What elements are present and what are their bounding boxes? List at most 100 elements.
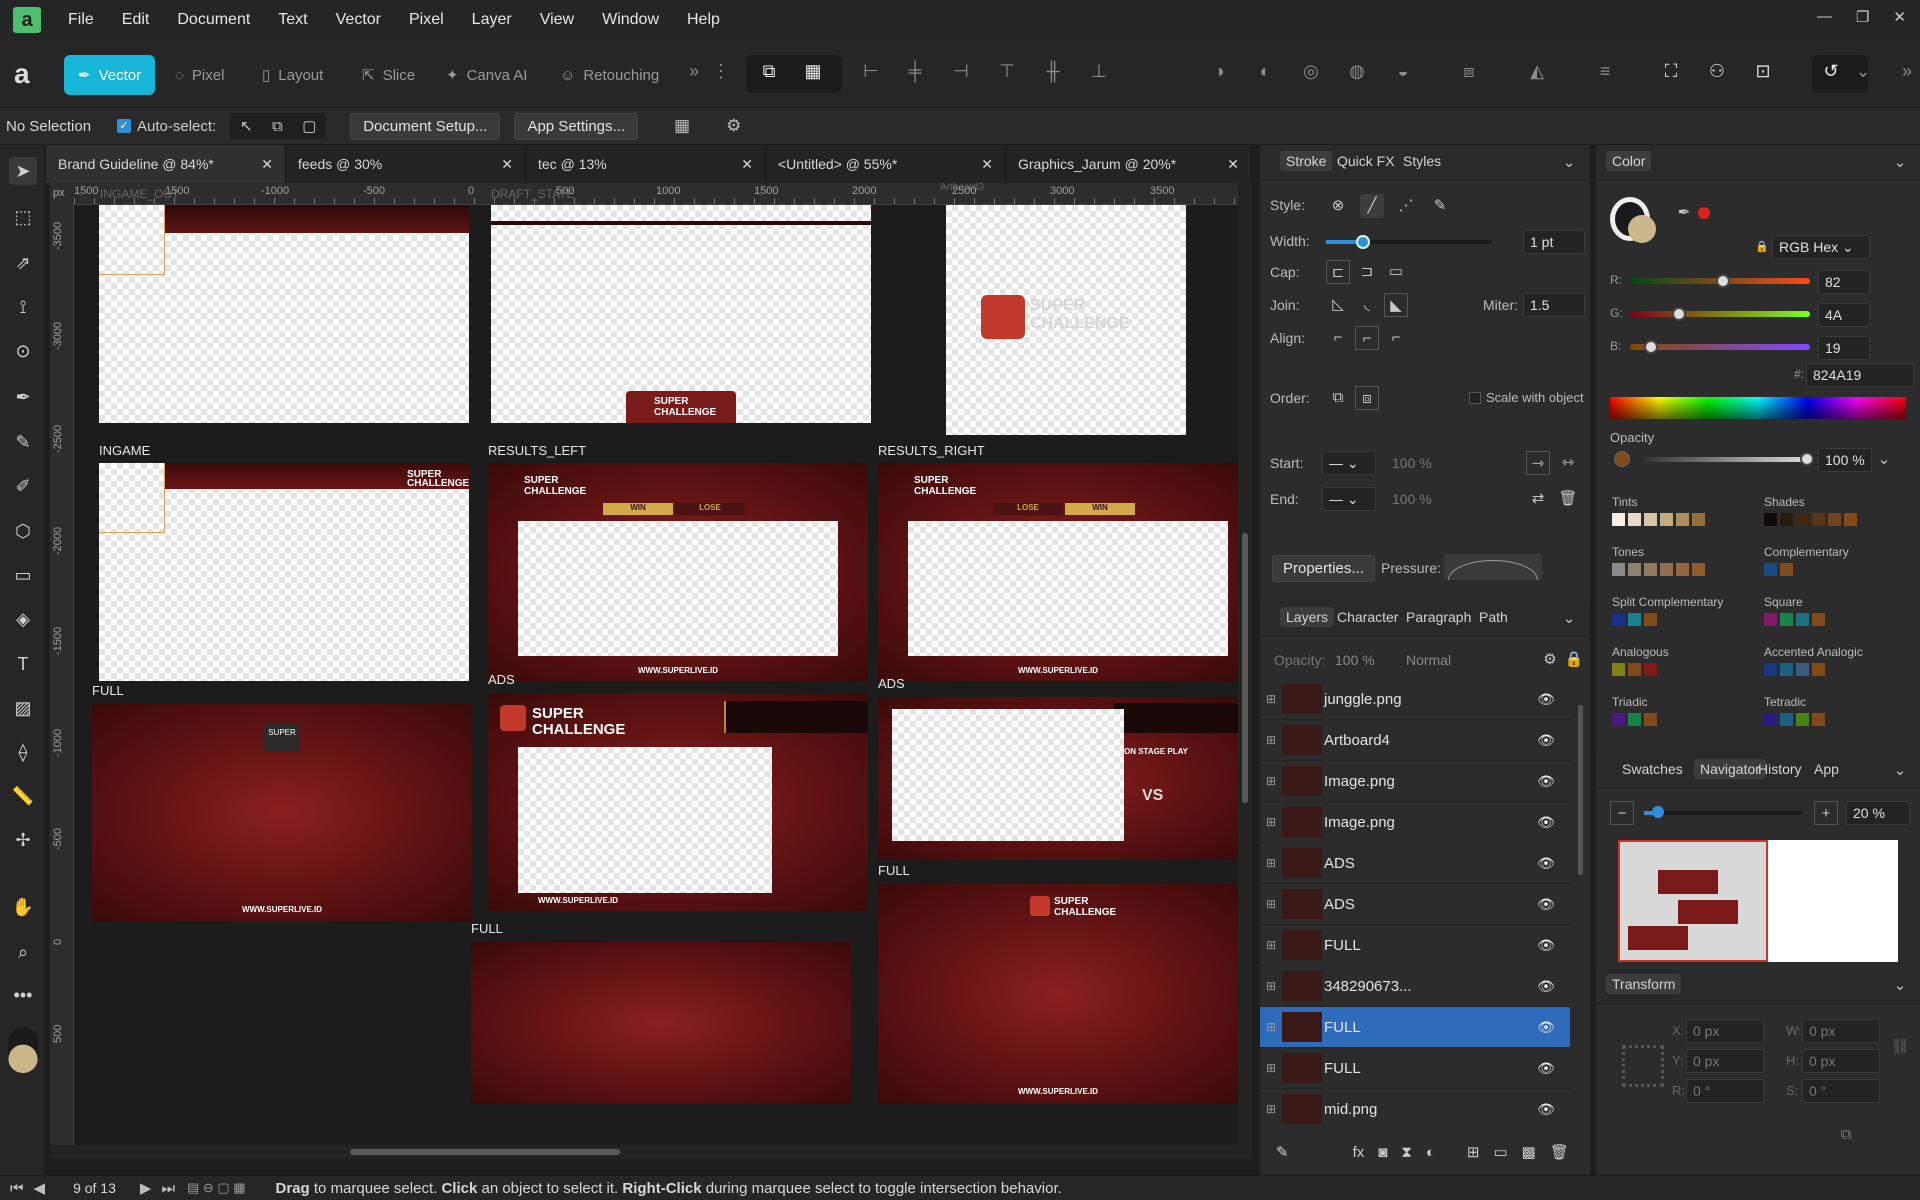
stroke-front-icon[interactable]: ⧈ [1355,386,1379,410]
restore-icon[interactable]: ❐ [1856,8,1869,26]
visibility-eye-icon[interactable]: 👁 [1532,691,1560,708]
properties-button[interactable]: Properties... [1272,555,1375,582]
boolean-divide-icon[interactable]: ◒ [1392,60,1414,82]
h-field[interactable]: 0 px [1802,1049,1880,1073]
zoom-in-icon[interactable]: + [1814,801,1838,825]
layer-row[interactable]: ⊞ ADS 👁 [1260,884,1570,925]
g-slider[interactable] [1630,307,1810,321]
tab-styles[interactable]: Styles [1403,153,1441,169]
snap-nodes-icon[interactable]: ⚇ [1706,60,1728,82]
close-window-icon[interactable]: ✕ [1893,8,1906,26]
color-swatch[interactable] [1796,713,1809,726]
visibility-eye-icon[interactable]: 👁 [1532,773,1560,790]
opacity-slider[interactable] [1644,452,1814,466]
close-tab-icon[interactable]: ✕ [261,156,273,173]
zoom-tool-icon[interactable]: ⌕ [9,938,37,966]
shape-tool-icon[interactable]: ◈ [9,605,37,633]
rotation-field[interactable]: 0 ° [1686,1079,1764,1103]
move-tool-icon[interactable]: ➤ [9,157,37,185]
mask-icon[interactable]: ◙ [1378,1144,1387,1161]
align-left-icon[interactable]: ⊢ [860,60,882,82]
menu-document[interactable]: Document [177,11,250,29]
end-arrowhead-select[interactable]: — ⌄ [1322,487,1376,511]
first-page-icon[interactable]: ⏮ [10,1180,24,1197]
artboard-full-3[interactable]: SUPER CHALLENGE WWW.SUPERLIVE.ID [878,884,1238,1104]
color-swatch[interactable] [1780,613,1793,626]
kebab-menu-icon[interactable]: ⋮ [710,60,732,82]
gear-icon[interactable]: ⚙ [1538,648,1562,672]
artboard-results-right[interactable]: SUPER CHALLENGE LOSE WIN WWW.SUPERLIVE.I… [878,463,1238,681]
tab-untitled[interactable]: <Untitled> @ 55%* ✕ [766,145,1006,183]
color-swatch[interactable] [1612,563,1625,576]
layer-row[interactable]: ⊞ FULL 👁 [1260,1007,1570,1048]
color-swatch[interactable] [1628,513,1641,526]
more-tools-icon[interactable]: ••• [9,981,37,1009]
chevron-down-icon[interactable]: ⌄ [1872,448,1896,472]
grid-settings-icon[interactable]: ▦ [674,116,690,136]
color-swatch[interactable] [1780,713,1793,726]
layer-type-icon[interactable]: ⊞ [1266,897,1276,911]
text-tool-icon[interactable]: T [9,650,37,678]
crop-tool-icon[interactable]: ⟠ [9,738,37,766]
rectangle-tool-icon[interactable]: ▭ [9,561,37,589]
canvas[interactable]: SUPER CHALLENGE SUPER CHALLENGE INGAME S… [74,205,1238,1145]
layer-type-icon[interactable]: ⊞ [1266,733,1276,747]
menu-edit[interactable]: Edit [122,11,150,29]
zoom-slider[interactable] [1644,806,1802,818]
visibility-eye-icon[interactable]: 👁 [1532,855,1560,872]
tab-path[interactable]: Path [1479,609,1508,625]
tab-tec[interactable]: tec @ 13% ✕ [526,145,766,183]
visibility-eye-icon[interactable]: 👁 [1532,732,1560,749]
menu-file[interactable]: File [68,11,94,29]
tab-layers[interactable]: Layers [1280,607,1335,627]
x-field[interactable]: 0 px [1686,1019,1764,1043]
round-join-icon[interactable]: ◟ [1355,293,1379,317]
color-swatch[interactable] [1612,713,1625,726]
persona-vector[interactable]: ✒ Vector [64,55,156,95]
color-swatch[interactable] [1644,713,1657,726]
color-swatch[interactable] [1780,563,1793,576]
color-swatch[interactable] [1764,513,1777,526]
persona-layout[interactable]: ▯ Layout [262,55,323,95]
artboard-results-left[interactable]: SUPER CHALLENGE WIN LOSE WWW.SUPERLIVE.I… [488,463,868,681]
color-picker-icon[interactable]: ✢ [9,826,37,854]
toolbar-overflow-icon[interactable]: » [1896,60,1918,82]
layer-row[interactable]: ⊞ Image.png 👁 [1260,761,1570,802]
align-top-icon[interactable]: ⊤ [996,60,1018,82]
artboard-3[interactable]: SUPER CHALLENGE [946,205,1186,435]
color-swatch[interactable] [1780,663,1793,676]
tab-brand-guideline[interactable]: Brand Guideline @ 84%* ✕ [46,145,286,183]
bevel-join-icon[interactable]: ◣ [1384,293,1408,317]
color-swatch[interactable] [1628,613,1641,626]
trash-icon[interactable]: 🗑 [1556,487,1580,511]
menu-pixel[interactable]: Pixel [409,11,444,29]
color-swatch[interactable] [1764,563,1777,576]
layer-row[interactable]: ⊞ Artboard4 👁 [1260,720,1570,761]
close-tab-icon[interactable]: ✕ [501,156,513,173]
fill-tool-icon[interactable]: ⬡ [9,517,37,545]
layer-type-icon[interactable]: ⊞ [1266,1061,1276,1075]
align-right-icon[interactable]: ⊣ [950,60,972,82]
page-options-icon[interactable]: ▤ ⊖ ▢ ▦ [187,1180,246,1196]
boolean-subtract-icon[interactable]: ◐ [1254,60,1276,82]
tab-swatches[interactable]: Swatches [1622,761,1683,777]
y-field[interactable]: 0 px [1686,1049,1764,1073]
selection-mode-group[interactable]: ↖ ⧉ ▢ [230,113,327,139]
contrast-icon[interactable]: ◐ [1426,1144,1435,1161]
color-swatch[interactable] [1628,563,1641,576]
arrange-icon[interactable]: ⧈ [1458,60,1480,82]
artboard-ingame[interactable]: SUPER CHALLENGE [99,463,469,681]
artboard-ads-1[interactable]: SUPER CHALLENGE WWW.SUPERLIVE.ID [488,693,868,911]
transform-options-icon[interactable]: ⧉ [1834,1123,1858,1147]
opacity-field[interactable]: 100 % [1818,448,1872,472]
point-transform-icon[interactable]: ⟟ [9,293,37,321]
vertical-ruler[interactable]: -3500 -3000 -2500 -2000 -1500 -1000 -500… [50,205,74,1145]
artboard-select-icon[interactable]: ▢ [302,117,316,135]
distribute-icon[interactable]: ≡ [1594,60,1616,82]
more-personas-icon[interactable]: » [683,60,705,82]
color-swatch[interactable] [1812,513,1825,526]
color-swatch[interactable] [1764,663,1777,676]
layer-row[interactable]: ⊞ mid.png 👁 [1260,1089,1570,1129]
pressure-curve[interactable] [1444,554,1542,580]
layer-type-icon[interactable]: ⊞ [1266,979,1276,993]
